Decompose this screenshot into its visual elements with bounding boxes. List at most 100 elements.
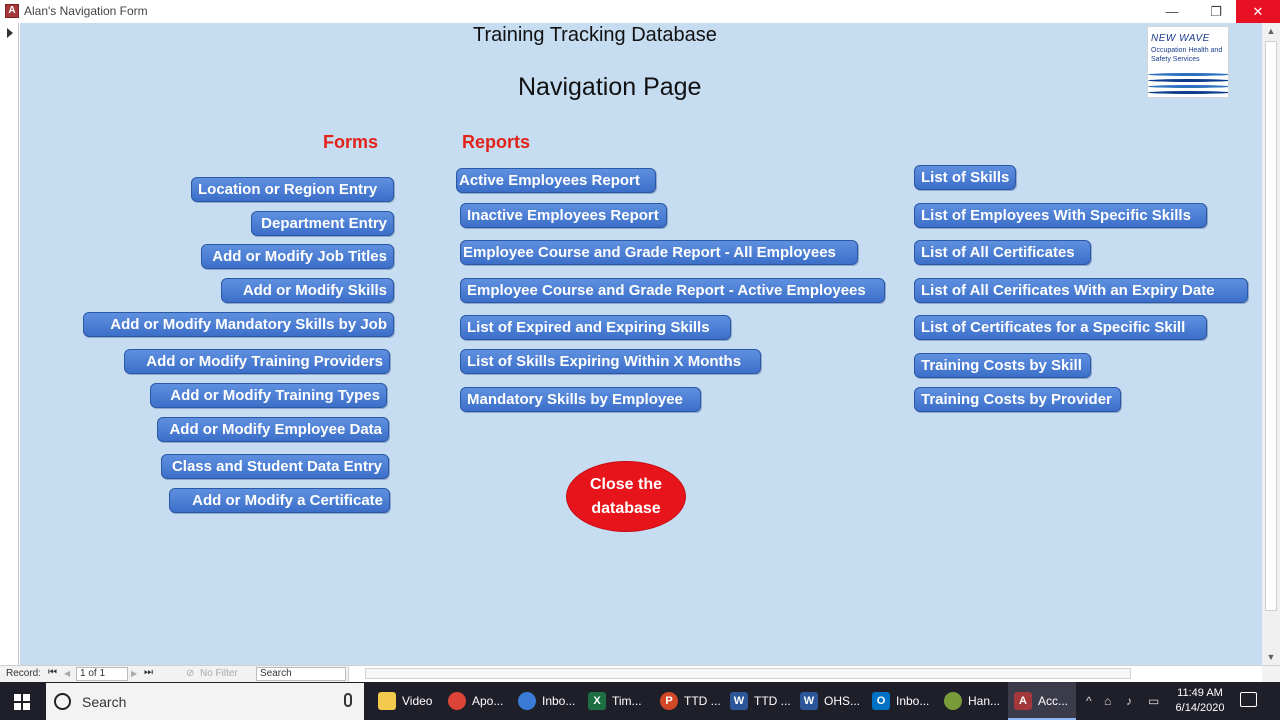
- scroll-up-icon[interactable]: ▲: [1262, 23, 1280, 39]
- taskbar-search-placeholder: Search: [82, 694, 127, 710]
- logo-wave-icon: [1148, 73, 1228, 76]
- skills-button[interactable]: Add or Modify Skills: [221, 278, 394, 303]
- logo-wave-icon: [1148, 85, 1228, 88]
- access-icon: A: [1014, 692, 1032, 710]
- certificate-button[interactable]: Add or Modify a Certificate: [169, 488, 390, 513]
- taskbar-app-word[interactable]: W TTD ...: [724, 682, 791, 720]
- powerpoint-icon: P: [660, 692, 678, 710]
- close-database-line2: database: [591, 500, 661, 517]
- training-costs-by-skill-button[interactable]: Training Costs by Skill: [914, 353, 1091, 378]
- next-record-icon[interactable]: ▶: [131, 669, 137, 678]
- location-region-entry-button[interactable]: Location or Region Entry: [191, 177, 394, 202]
- taskbar-app-label: Apo...: [472, 694, 504, 708]
- inactive-employees-report-button[interactable]: Inactive Employees Report: [460, 203, 667, 228]
- tray-chevron-icon[interactable]: ^: [1086, 682, 1092, 720]
- taskbar-app-label: TTD ...: [684, 694, 721, 708]
- record-selector[interactable]: [0, 23, 19, 665]
- mandatory-skills-by-job-button[interactable]: Add or Modify Mandatory Skills by Job: [83, 312, 394, 337]
- taskbar-app-video[interactable]: Video: [372, 682, 438, 720]
- folder-icon: [378, 692, 396, 710]
- close-database-line1: Close the: [589, 476, 662, 493]
- record-search-input[interactable]: Search: [256, 667, 346, 681]
- taskbar-app-chrome[interactable]: Apo...: [442, 682, 508, 720]
- employee-data-button[interactable]: Add or Modify Employee Data: [157, 417, 389, 442]
- microphone-icon[interactable]: [344, 693, 352, 707]
- access-app-icon: A: [5, 4, 19, 18]
- windows-start-icon[interactable]: [14, 694, 30, 710]
- record-position-field[interactable]: 1 of 1: [76, 667, 128, 681]
- taskbar-app-label: TTD ...: [754, 694, 791, 708]
- no-filter-toggle[interactable]: No Filter: [200, 668, 238, 679]
- first-record-icon[interactable]: ⏮: [48, 667, 57, 678]
- mandatory-skills-by-employee-button[interactable]: Mandatory Skills by Employee: [460, 387, 701, 412]
- word-icon: W: [730, 692, 748, 710]
- training-costs-by-provider-button[interactable]: Training Costs by Provider: [914, 387, 1121, 412]
- close-window-button[interactable]: ✕: [1236, 0, 1280, 23]
- windows-taskbar: Search Video Apo... Inbo... X Tim... P T…: [0, 682, 1280, 720]
- vertical-scroll-thumb[interactable]: [1265, 41, 1277, 611]
- scroll-down-icon[interactable]: ▼: [1262, 649, 1280, 665]
- cortana-icon: [54, 693, 71, 710]
- logo-wave-icon: [1148, 91, 1228, 94]
- reports-section-label: Reports: [462, 132, 531, 152]
- vertical-scrollbar[interactable]: ▲ ▼: [1262, 23, 1280, 665]
- horizontal-scroll-thumb[interactable]: [365, 668, 1131, 679]
- training-providers-button[interactable]: Add or Modify Training Providers: [124, 349, 390, 374]
- horizontal-scrollbar[interactable]: [348, 666, 1262, 682]
- taskbar-app-access[interactable]: A Acc...: [1008, 682, 1076, 720]
- keyboard-icon[interactable]: ▭: [1148, 682, 1159, 720]
- navigation-form: Training Tracking Database Navigation Pa…: [20, 23, 1262, 665]
- record-label: Record:: [6, 668, 42, 679]
- current-record-arrow-icon: [7, 28, 13, 38]
- taskbar-app-paint[interactable]: Han...: [938, 682, 1004, 720]
- restore-button[interactable]: ❐: [1194, 0, 1238, 23]
- last-record-icon[interactable]: ⏭: [144, 667, 153, 678]
- course-grade-active-employees-button[interactable]: Employee Course and Grade Report - Activ…: [460, 278, 885, 303]
- notifications-icon[interactable]: [1240, 692, 1257, 707]
- job-titles-button[interactable]: Add or Modify Job Titles: [201, 244, 394, 269]
- taskbar-app-label: Inbo...: [896, 694, 930, 708]
- minimize-button[interactable]: —: [1150, 0, 1194, 23]
- system-clock[interactable]: 11:49 AM 6/14/2020: [1168, 686, 1232, 716]
- employees-with-specific-skills-button[interactable]: List of Employees With Specific Skills: [914, 203, 1207, 228]
- logo-wave-icon: [1148, 79, 1228, 82]
- new-wave-logo: NEW WAVE Occupation Health and Safety Se…: [1147, 26, 1229, 98]
- thunderbird-icon: [518, 692, 536, 710]
- filter-icon: ⊘: [186, 668, 195, 679]
- taskbar-app-label: Inbo...: [542, 694, 576, 708]
- taskbar-app-inbox[interactable]: Inbo...: [512, 682, 578, 720]
- outlook-icon: O: [872, 692, 890, 710]
- training-types-button[interactable]: Add or Modify Training Types: [150, 383, 387, 408]
- taskbar-app-label: OHS...: [824, 694, 861, 708]
- taskbar-app-excel[interactable]: X Tim...: [582, 682, 648, 720]
- course-grade-all-employees-button[interactable]: Employee Course and Grade Report - All E…: [460, 240, 858, 265]
- department-entry-button[interactable]: Department Entry: [251, 211, 394, 236]
- database-title: Training Tracking Database: [473, 24, 717, 46]
- previous-record-icon[interactable]: ◀: [64, 669, 70, 678]
- expired-expiring-skills-button[interactable]: List of Expired and Expiring Skills: [460, 315, 731, 340]
- taskbar-app-outlook[interactable]: O Inbo...: [866, 682, 932, 720]
- class-student-data-entry-button[interactable]: Class and Student Data Entry: [161, 454, 389, 479]
- clock-date: 6/14/2020: [1175, 702, 1225, 714]
- network-icon[interactable]: ⌂: [1104, 682, 1111, 720]
- certificates-specific-skill-button[interactable]: List of Certificates for a Specific Skil…: [914, 315, 1207, 340]
- clock-time: 11:49 AM: [1177, 687, 1223, 699]
- word-icon: W: [800, 692, 818, 710]
- window-title: Alan's Navigation Form: [24, 4, 148, 18]
- taskbar-app-label: Acc...: [1038, 694, 1069, 708]
- active-employees-report-button[interactable]: Active Employees Report: [456, 168, 656, 193]
- taskbar-search[interactable]: Search: [46, 683, 364, 720]
- taskbar-app-label: Video: [402, 694, 433, 708]
- window-titlebar: A Alan's Navigation Form — ❐ ✕: [0, 0, 1280, 23]
- logo-brand: NEW WAVE: [1151, 33, 1210, 44]
- taskbar-app-word-ohs[interactable]: W OHS...: [794, 682, 860, 720]
- certificates-with-expiry-button[interactable]: List of All Cerificates With an Expiry D…: [914, 278, 1248, 303]
- chrome-icon: [448, 692, 466, 710]
- skills-expiring-within-months-button[interactable]: List of Skills Expiring Within X Months: [460, 349, 761, 374]
- taskbar-app-powerpoint[interactable]: P TTD ...: [654, 682, 721, 720]
- list-of-skills-button[interactable]: List of Skills: [914, 165, 1016, 190]
- close-database-button[interactable]: Close the database: [566, 461, 686, 532]
- volume-icon[interactable]: ♪: [1126, 682, 1132, 720]
- all-certificates-button[interactable]: List of All Certificates: [914, 240, 1091, 265]
- taskbar-app-label: Tim...: [612, 694, 642, 708]
